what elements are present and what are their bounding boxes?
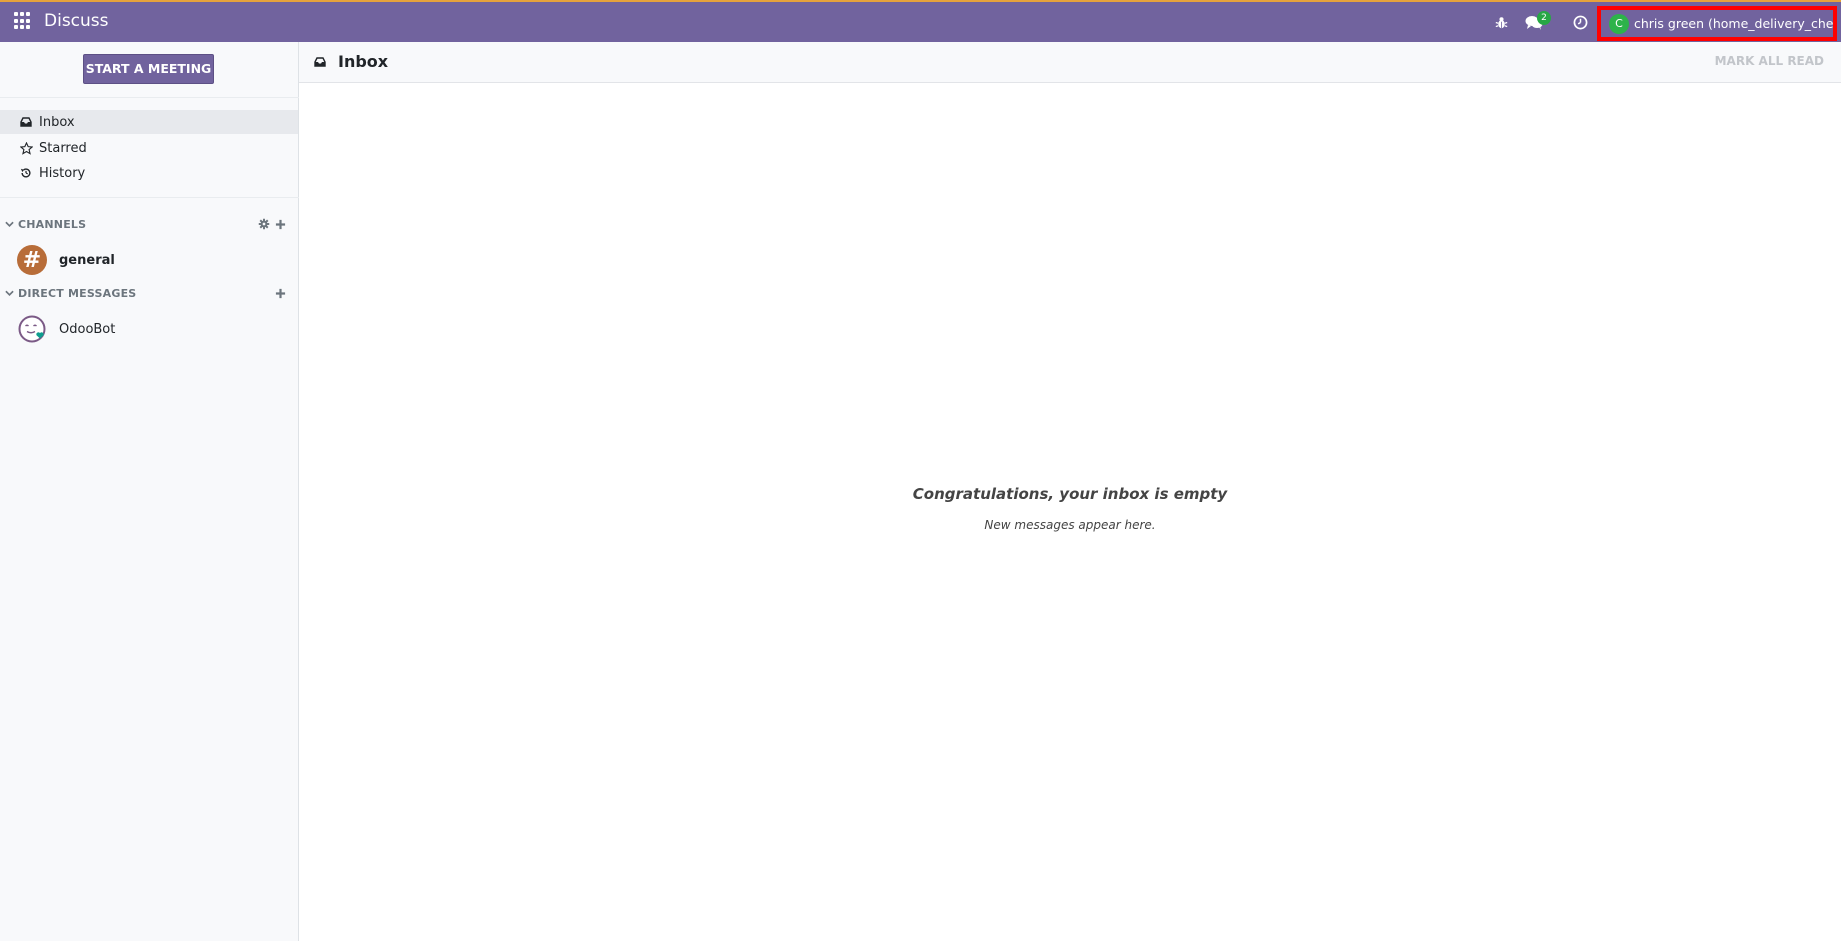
sidebar-divider bbox=[0, 197, 299, 198]
channel-item-general[interactable]: # general bbox=[0, 242, 298, 278]
start-meeting-button[interactable]: START A MEETING bbox=[83, 54, 214, 84]
channels-category-header: CHANNELS bbox=[0, 214, 299, 234]
mark-all-read-button[interactable]: MARK ALL READ bbox=[1705, 46, 1833, 76]
empty-inbox-subtitle: New messages appear here. bbox=[984, 518, 1156, 532]
sidebar-item-starred[interactable]: Starred bbox=[0, 136, 298, 160]
sidebar-item-inbox[interactable]: Inbox bbox=[0, 110, 298, 134]
sidebar-item-history[interactable]: History bbox=[0, 161, 298, 185]
messaging-count-badge: 2 bbox=[1537, 11, 1551, 25]
channel-hash-avatar-icon: # bbox=[17, 245, 47, 275]
odoobot-avatar-icon bbox=[17, 314, 47, 344]
channel-name: general bbox=[59, 252, 115, 268]
empty-inbox-title: Congratulations, your inbox is empty bbox=[912, 485, 1228, 503]
top-navbar: Discuss 2 C chris green (home_delivery_c… bbox=[0, 0, 1841, 42]
direct-message-name: OdooBot bbox=[59, 321, 116, 337]
direct-messages-category-header: DIRECT MESSAGES bbox=[0, 283, 299, 303]
add-channel-plus-icon[interactable] bbox=[273, 217, 287, 231]
thread-view: Inbox MARK ALL READ Congratulations, you… bbox=[299, 42, 1841, 941]
channels-category-label[interactable]: CHANNELS bbox=[18, 218, 86, 231]
add-direct-message-plus-icon[interactable] bbox=[273, 286, 287, 300]
inbox-icon bbox=[314, 56, 326, 71]
chevron-down-icon[interactable] bbox=[5, 221, 15, 228]
user-menu[interactable]: C chris green (home_delivery_check) bbox=[1597, 6, 1837, 41]
direct-message-item-odoobot[interactable]: OdooBot bbox=[0, 311, 298, 347]
history-icon bbox=[19, 167, 33, 179]
sidebar-item-label: Starred bbox=[39, 140, 87, 156]
thread-title: Inbox bbox=[338, 52, 389, 71]
apps-menu-grid-icon[interactable] bbox=[14, 12, 32, 30]
channel-settings-gear-icon[interactable] bbox=[257, 217, 271, 231]
app-title[interactable]: Discuss bbox=[44, 11, 109, 31]
thread-header: Inbox MARK ALL READ bbox=[299, 42, 1841, 83]
activity-clock-icon[interactable] bbox=[1569, 12, 1591, 32]
chevron-down-icon[interactable] bbox=[5, 290, 15, 297]
discuss-sidebar: START A MEETING Inbox Starred History CH… bbox=[0, 42, 299, 941]
sidebar-item-label: History bbox=[39, 165, 86, 181]
direct-messages-category-label[interactable]: DIRECT MESSAGES bbox=[18, 287, 136, 300]
user-avatar: C bbox=[1609, 13, 1629, 34]
inbox-icon bbox=[19, 117, 33, 127]
sidebar-divider bbox=[0, 97, 299, 98]
sidebar-item-label: Inbox bbox=[39, 114, 75, 130]
star-icon bbox=[19, 141, 33, 155]
debug-bug-icon[interactable] bbox=[1490, 12, 1512, 32]
user-name: chris green (home_delivery_check) bbox=[1634, 16, 1837, 31]
